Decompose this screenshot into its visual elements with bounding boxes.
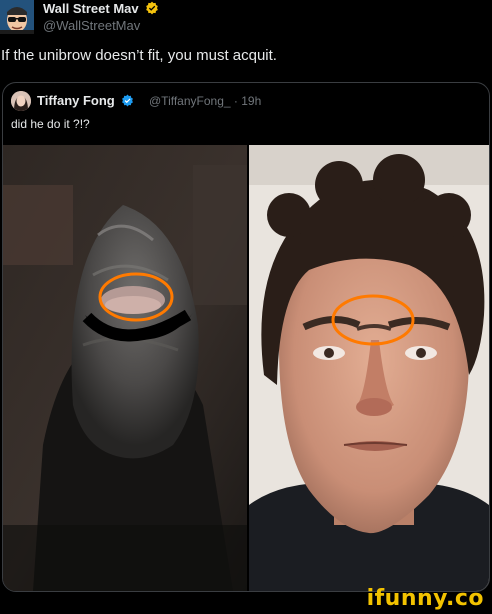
man-face-photo[interactable] <box>249 145 489 591</box>
hooded-masked-figure-photo[interactable] <box>3 145 247 591</box>
author-avatar[interactable] <box>0 0 34 34</box>
quoted-handle-time[interactable]: @TiffanyFong_ · 19h <box>149 94 261 108</box>
author-name-text[interactable]: Wall Street Mav <box>43 1 139 16</box>
man-face-image <box>249 145 489 591</box>
author-handle[interactable]: @WallStreetMav <box>43 18 140 33</box>
gold-verified-badge-icon <box>146 1 159 15</box>
portrait-avatar-icon <box>11 91 31 111</box>
ifunny-watermark: ifunny.co <box>366 586 484 611</box>
masked-figure-image <box>3 145 247 591</box>
quoted-author-name[interactable]: Tiffany Fong <box>37 93 134 108</box>
tweet-text: If the unibrow doesn’t fit, you must acq… <box>1 47 277 64</box>
tweet-header: Wall Street Mav @WallStreetMav <box>0 0 492 40</box>
quoted-author-name-text[interactable]: Tiffany Fong <box>37 93 115 108</box>
sunglasses-avatar-icon <box>0 0 34 34</box>
blue-verified-badge-icon <box>122 94 134 107</box>
quoted-author-avatar[interactable] <box>11 91 31 111</box>
quoted-tweet-text: did he do it ?!? <box>11 117 90 131</box>
author-name[interactable]: Wall Street Mav <box>43 1 159 16</box>
quoted-tweet-card[interactable]: Tiffany Fong @TiffanyFong_ · 19h did he … <box>2 82 490 592</box>
